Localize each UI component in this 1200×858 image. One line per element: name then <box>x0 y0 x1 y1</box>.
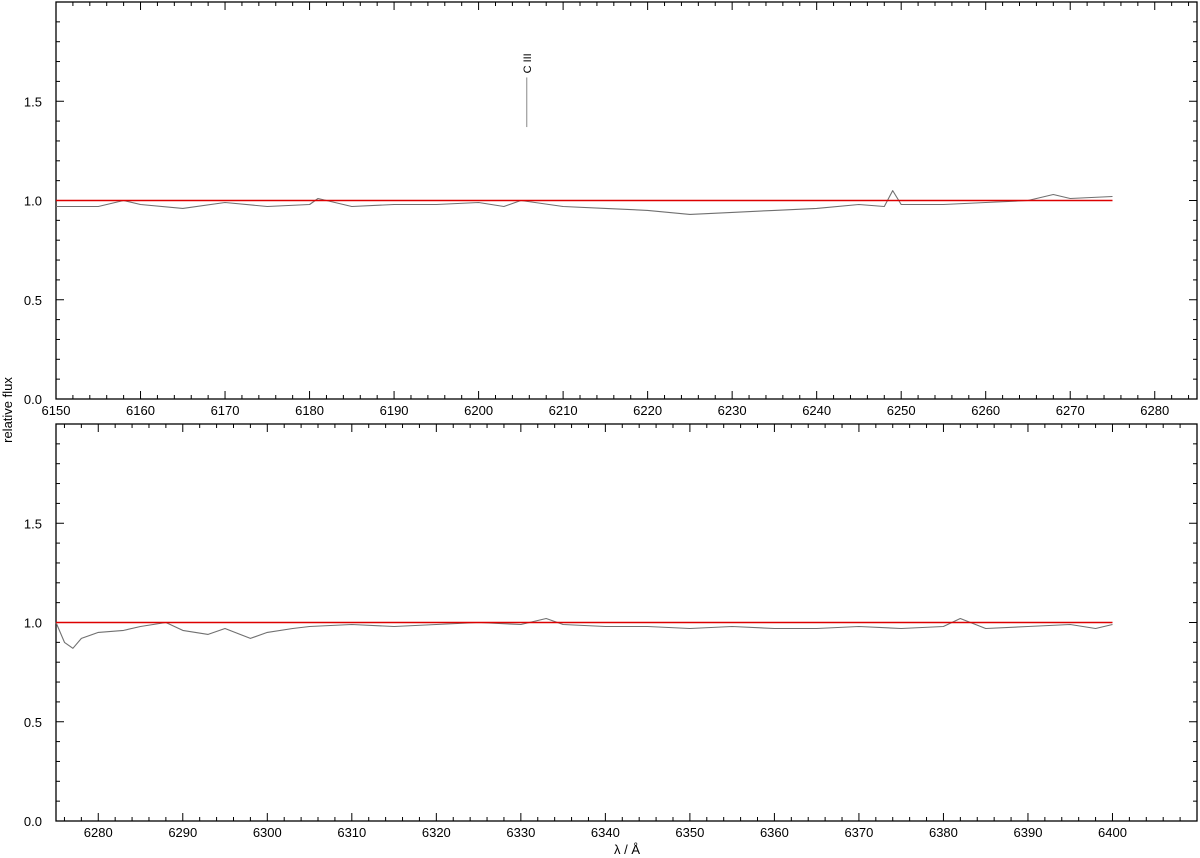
x-tick-label: 6270 <box>1056 403 1085 418</box>
y-tick-label: 0.5 <box>24 293 42 308</box>
x-tick-label: 6340 <box>591 825 620 840</box>
line-id-label: C III <box>522 53 534 73</box>
observed-spectrum-line <box>56 190 1113 215</box>
x-tick-label: 6380 <box>929 825 958 840</box>
x-axis-label: λ / Å <box>614 842 640 857</box>
x-tick-label: 6400 <box>1098 825 1127 840</box>
x-tick-label: 6230 <box>718 403 747 418</box>
x-tick-label: 6280 <box>84 825 113 840</box>
y-tick-label: 1.0 <box>24 616 42 631</box>
y-tick-label: 0.0 <box>24 814 42 829</box>
y-tick-label: 1.5 <box>24 516 42 531</box>
x-tick-label: 6170 <box>211 403 240 418</box>
x-tick-label: 6290 <box>168 825 197 840</box>
x-tick-label: 6350 <box>675 825 704 840</box>
x-tick-label: 6300 <box>253 825 282 840</box>
y-tick-label: 1.5 <box>24 94 42 109</box>
x-tick-label: 6200 <box>464 403 493 418</box>
x-tick-label: 6260 <box>971 403 1000 418</box>
x-tick-label: 6320 <box>422 825 451 840</box>
x-tick-label: 6150 <box>42 403 71 418</box>
y-axis-label: relative flux <box>0 377 15 443</box>
upper-panel: 6150 6160 6170 6180 6190 6200 6210 6220 6230 6240… <box>24 1 1198 418</box>
y-tick-label: 0.0 <box>24 392 42 407</box>
x-tick-label: 6190 <box>380 403 409 418</box>
x-tick-label: 6250 <box>887 403 916 418</box>
x-tick-label: 6220 <box>633 403 662 418</box>
x-tick-label: 6390 <box>1014 825 1043 840</box>
x-tick-label: 6310 <box>337 825 366 840</box>
x-tick-label: 6180 <box>295 403 324 418</box>
spectrum-figure: 6150 6160 6170 6180 6190 6200 6210 6220 6230 6240… <box>0 1 1198 857</box>
x-tick-label: 6240 <box>802 403 831 418</box>
x-tick-label: 6370 <box>844 825 873 840</box>
x-tick-label: 6360 <box>760 825 789 840</box>
y-tick-label: 1.0 <box>24 194 42 209</box>
x-tick-label: 6280 <box>1140 403 1169 418</box>
x-tick-label: 6210 <box>549 403 578 418</box>
x-tick-label: 6330 <box>506 825 535 840</box>
lower-panel: 6280 6290 6300 6310 6320 6330 6340 6350 6360 6370… <box>24 423 1198 840</box>
y-tick-label: 0.5 <box>24 715 42 730</box>
x-tick-label: 6160 <box>126 403 155 418</box>
